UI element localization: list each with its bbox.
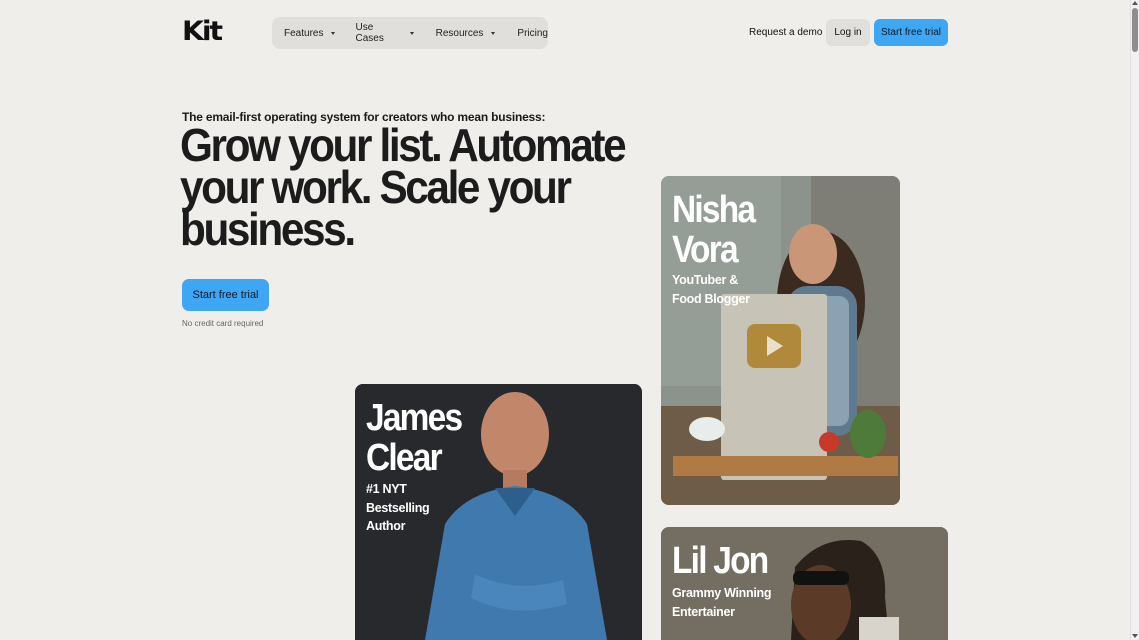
no-credit-card-note: No credit card required (182, 319, 264, 328)
nav-resources-label: Resources (435, 27, 484, 39)
hero-headline: Grow your list. Automate your work. Scal… (180, 119, 627, 255)
nav-pricing-label: Pricing (517, 27, 548, 39)
request-demo-link[interactable]: Request a demo (749, 27, 822, 38)
kit-logo[interactable]: Kit (182, 18, 223, 45)
nisha-name-line-2: Vora (672, 229, 739, 271)
caret-down-icon (409, 31, 414, 35)
liljon-sub-line-1: Grammy Winning (672, 586, 772, 600)
james-sub-line-2: Bestselling (366, 500, 430, 515)
james-subtitle: #1 NYT Bestselling Author (366, 480, 430, 536)
nisha-subtitle: YouTuber & Food Blogger (672, 271, 750, 308)
scroll-thumb[interactable] (1132, 8, 1138, 52)
scroll-up-arrow-icon[interactable] (1132, 1, 1138, 5)
creator-card-lil-jon[interactable]: Lil Jon Grammy Winning Entertainer (661, 527, 948, 640)
nav-use-cases-label: Use Cases (355, 22, 384, 44)
start-trial-button-hero[interactable]: Start free trial (182, 279, 269, 311)
creator-card-james-clear[interactable]: James Clear #1 NYT Bestselling Author (355, 384, 642, 640)
nav-resources[interactable]: Resources (436, 28, 496, 39)
james-name: James Clear (366, 397, 463, 479)
james-name-line-2: Clear (366, 437, 443, 479)
creator-card-nisha-vora[interactable]: Nisha Vora YouTuber & Food Blogger (661, 176, 900, 505)
nav-use-cases[interactable]: Use Cases (355, 22, 414, 44)
james-name-line-1: James (366, 397, 463, 439)
james-sub-line-1: #1 NYT (366, 482, 407, 496)
caret-down-icon (331, 31, 336, 35)
nisha-sub-line-2: Food Blogger (672, 291, 750, 306)
liljon-name: Lil Jon (672, 540, 769, 582)
nav-features[interactable]: Features (284, 27, 336, 39)
nav-pricing[interactable]: Pricing (517, 28, 548, 39)
liljon-sub-line-2: Entertainer (672, 604, 735, 619)
nisha-sub-line-1: YouTuber & (672, 273, 738, 287)
nisha-name-line-1: Nisha (672, 189, 756, 231)
nisha-name: Nisha Vora (672, 189, 756, 271)
page-scrollbar[interactable] (1130, 0, 1139, 640)
nav-features-label: Features (284, 27, 324, 39)
start-trial-button-header[interactable]: Start free trial (874, 19, 948, 46)
login-button[interactable]: Log in (826, 19, 870, 46)
headline-line-2: your work. Scale your (180, 161, 572, 213)
liljon-name-line-1: Lil Jon (672, 540, 769, 582)
headline-line-3: business. (180, 203, 356, 255)
caret-down-icon (491, 31, 496, 35)
james-sub-line-3: Author (366, 519, 406, 533)
scroll-down-arrow-icon[interactable] (1132, 634, 1138, 638)
main-nav: Features Use Cases Resources Pricing (272, 17, 548, 49)
headline-line-1: Grow your list. Automate (180, 119, 627, 171)
liljon-subtitle: Grammy Winning Entertainer (672, 584, 771, 621)
